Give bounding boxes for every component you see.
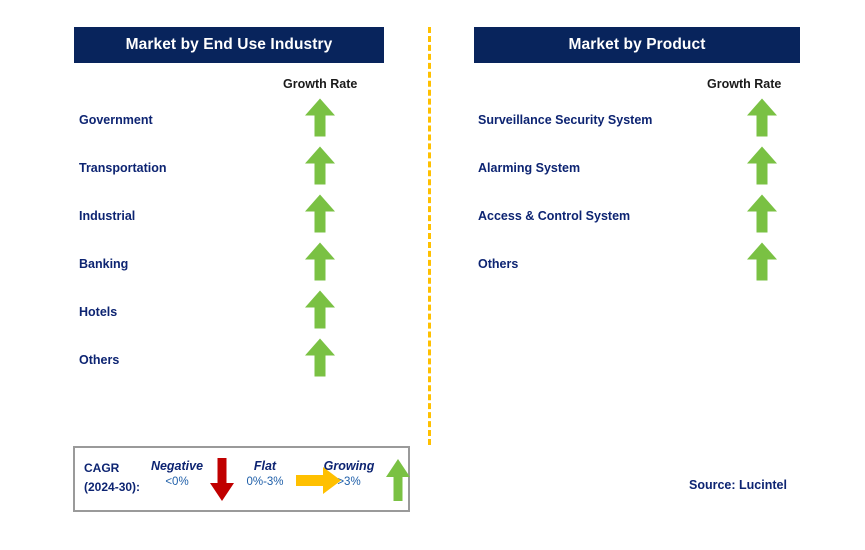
market-row: Hotels bbox=[74, 288, 384, 336]
legend-cagr-label: CAGR (2024-30): bbox=[84, 459, 140, 497]
market-row-label: Transportation bbox=[79, 161, 167, 175]
market-row: Banking bbox=[74, 240, 384, 288]
arrow-up-green-icon-legend bbox=[385, 458, 411, 507]
vertical-dashed-divider bbox=[428, 27, 431, 445]
arrow-up-green-icon bbox=[746, 242, 778, 287]
market-row-label: Banking bbox=[79, 257, 129, 271]
panel-title-end-use-industry: Market by End Use Industry bbox=[74, 27, 384, 63]
market-row: Others bbox=[74, 336, 384, 384]
market-row: Alarming System bbox=[474, 144, 800, 192]
arrow-up-green-icon bbox=[304, 338, 336, 383]
arrow-up-green-icon bbox=[304, 242, 336, 287]
market-row-label: Government bbox=[79, 113, 153, 127]
column-header-growth-rate-left: Growth Rate bbox=[283, 77, 358, 91]
panel-product: Market by Product Surveillance Security … bbox=[474, 27, 800, 281]
legend-negative-value: <0% bbox=[165, 476, 189, 488]
legend-cagr-line2: (2024-30): bbox=[84, 480, 141, 494]
panel-title-product: Market by Product bbox=[474, 27, 800, 63]
legend-item-negative: Negative <0% bbox=[143, 459, 211, 491]
arrow-up-green-icon bbox=[746, 146, 778, 191]
market-row-label: Others bbox=[79, 353, 120, 367]
arrow-up-green-icon bbox=[304, 98, 336, 143]
market-row-label: Others bbox=[478, 257, 519, 271]
column-header-growth-rate-right: Growth Rate bbox=[707, 77, 782, 91]
market-row-label: Alarming System bbox=[478, 161, 581, 175]
legend-box: CAGR (2024-30): Negative <0% Flat 0%-3% … bbox=[73, 446, 410, 512]
market-row-label: Surveillance Security System bbox=[478, 113, 653, 127]
market-row: Surveillance Security System bbox=[474, 96, 800, 144]
market-row-label: Industrial bbox=[79, 209, 136, 223]
market-row: Transportation bbox=[74, 144, 384, 192]
arrow-up-green-icon bbox=[746, 98, 778, 143]
arrow-up-green-icon bbox=[746, 194, 778, 239]
market-row-label: Hotels bbox=[79, 305, 118, 319]
source-label: Source: Lucintel bbox=[689, 478, 787, 492]
market-row: Access & Control System bbox=[474, 192, 800, 240]
legend-item-flat: Flat 0%-3% bbox=[228, 459, 302, 491]
arrow-down-red-icon bbox=[209, 458, 235, 507]
market-row: Others bbox=[474, 240, 800, 288]
market-row: Government bbox=[74, 96, 384, 144]
arrow-right-orange-icon bbox=[296, 467, 342, 499]
legend-flat-value: 0%-3% bbox=[246, 476, 284, 488]
panel-end-use-industry: Market by End Use Industry Government Tra… bbox=[74, 27, 384, 377]
legend-cagr-line1: CAGR bbox=[84, 461, 120, 475]
arrow-up-green-icon bbox=[304, 194, 336, 239]
market-row: Industrial bbox=[74, 192, 384, 240]
market-row-label: Access & Control System bbox=[478, 209, 631, 223]
legend-negative-title: Negative bbox=[150, 459, 204, 473]
arrow-up-green-icon bbox=[304, 290, 336, 335]
arrow-up-green-icon bbox=[304, 146, 336, 191]
legend-flat-title: Flat bbox=[253, 459, 277, 473]
